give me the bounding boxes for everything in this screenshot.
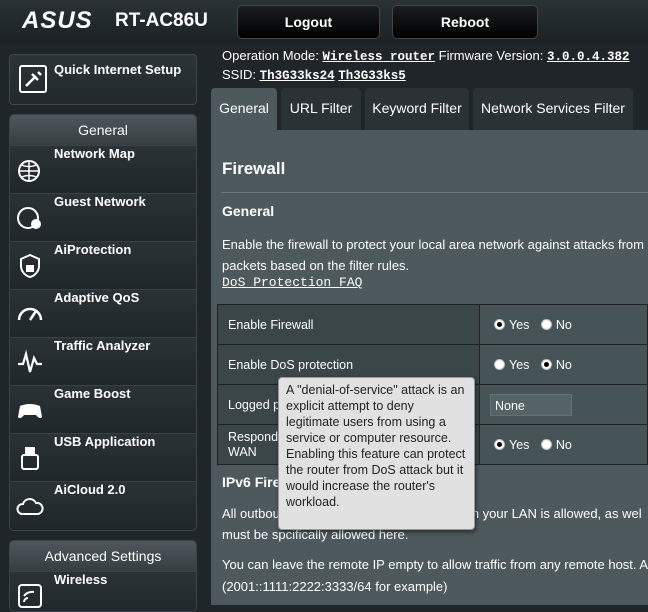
content-panel: Firewall General Enable the firewall to … [211, 130, 648, 605]
tooltip-text: Enabling this feature can protect the ro… [286, 447, 466, 509]
sidebar-item-label: Game Boost [54, 386, 131, 401]
firmware-label: Firmware Version: [438, 48, 544, 63]
desc-line: (2001::1111:2222:3333/64 for example) [222, 579, 448, 594]
text-fragment: n your LAN is allowed, as wel [471, 506, 642, 521]
enable-firewall-no-radio[interactable] [540, 318, 552, 330]
cloud-icon [16, 498, 44, 515]
tooltip-text: A "denial-of-service" attack is an expli… [286, 383, 465, 445]
general-heading: General [222, 203, 275, 219]
router-model: RT-AC86U [115, 10, 208, 31]
logged-packets-select[interactable]: None [490, 393, 572, 416]
respond-ping-yes-radio[interactable] [494, 438, 505, 450]
sidebar-item-label: Traffic Analyzer [54, 338, 151, 353]
text-fragment: must be sp [222, 527, 286, 542]
sidebar-item-label: AiProtection [54, 242, 132, 257]
asus-logo: ASUS [22, 7, 93, 34]
enable-dos-no-radio[interactable] [540, 358, 552, 370]
ipv6-firewall-heading: IPv6 Fire [222, 474, 281, 490]
guest-network-icon [17, 207, 41, 229]
reboot-button[interactable]: Reboot [392, 5, 538, 39]
operation-mode-label: Operation Mode: [222, 48, 319, 63]
sidebar-item-label: Guest Network [54, 194, 146, 209]
sidebar-item-wireless[interactable]: Wireless [10, 571, 196, 611]
quick-setup-label: Quick Internet Setup [54, 62, 182, 77]
advanced-menu-header: Advanced Settings [10, 541, 196, 571]
logged-packets-control: None [479, 384, 648, 425]
ssid-link-5[interactable]: Th3G33ks5 [338, 69, 406, 83]
tab-network-services-filter[interactable]: Network Services Filter [473, 88, 633, 130]
sidebar-item-traffic-analyzer[interactable]: Traffic Analyzer [10, 337, 196, 385]
radio-label: No [555, 317, 572, 332]
remote-ip-description: You can leave the remote IP empty to all… [222, 554, 648, 598]
radio-label: Yes [509, 317, 530, 332]
sidebar-item-label: AiCloud 2.0 [54, 482, 126, 497]
radio-label: Yes [509, 437, 530, 452]
general-menu: General Network Map Guest Network AiProt… [9, 114, 197, 531]
enable-firewall-yes-radio[interactable] [494, 318, 505, 330]
respond-ping-no-radio[interactable] [540, 438, 552, 450]
dos-help-tooltip: A "denial-of-service" attack is an expli… [278, 377, 475, 530]
sidebar-item-label: USB Application [54, 434, 156, 449]
radio-label: No [555, 437, 572, 452]
aiprotection-icon [20, 253, 40, 279]
enable-firewall-label: Enable Firewall [217, 304, 480, 345]
divider [221, 192, 648, 193]
gamepad-icon [18, 404, 42, 419]
sidebar-item-usb-application[interactable]: USB Application [10, 433, 196, 481]
logout-button[interactable]: Logout [237, 5, 380, 39]
ssid-label: SSID: [222, 67, 256, 82]
sidebar-item-network-map[interactable]: Network Map [10, 145, 196, 193]
operation-mode-link[interactable]: Wireless router [322, 50, 435, 64]
sidebar-item-game-boost[interactable]: Game Boost [10, 385, 196, 433]
firewall-description: Enable the firewall to protect your loca… [222, 234, 648, 276]
desc-line: You can leave the remote IP empty to all… [222, 557, 648, 572]
quick-internet-setup-button[interactable]: Quick Internet Setup [9, 54, 197, 105]
sidebar-item-aicloud[interactable]: AiCloud 2.0 [10, 481, 196, 529]
sidebar-item-aiprotection[interactable]: AiProtection [10, 241, 196, 289]
general-menu-header: General [10, 115, 196, 145]
dos-faq-link[interactable]: DoS Protection FAQ [222, 275, 362, 290]
tab-url-filter[interactable]: URL Filter [281, 88, 361, 130]
sidebar-item-guest-network[interactable]: Guest Network [10, 193, 196, 241]
usb-icon [21, 447, 39, 470]
tab-general[interactable]: General [211, 88, 277, 130]
desc-line: packets based on the filter rules. [222, 258, 410, 273]
sidebar-item-label: Wireless [54, 572, 108, 587]
enable-dos-control: Yes No [479, 344, 648, 385]
page-title: Firewall [222, 159, 286, 178]
radio-label: No [555, 357, 572, 372]
sidebar-item-label: Adaptive QoS [54, 290, 140, 305]
advanced-menu: Advanced Settings Wireless [9, 540, 197, 612]
firmware-link[interactable]: 3.0.0.4.382 [547, 50, 630, 64]
tab-keyword-filter[interactable]: Keyword Filter [365, 88, 469, 130]
enable-firewall-control: Yes No [479, 304, 648, 345]
status-info: Operation Mode: Wireless router Firmware… [222, 46, 648, 84]
table-row: Enable Firewall Yes No [217, 304, 648, 345]
enable-dos-yes-radio[interactable] [494, 358, 505, 370]
select-value: None [495, 398, 525, 413]
sidebar-item-label: Network Map [54, 146, 135, 161]
ssid-link-24[interactable]: Th3G33ks24 [260, 69, 335, 83]
wireless-icon [18, 584, 42, 608]
quick-setup-icon [19, 65, 47, 93]
sidebar-item-adaptive-qos[interactable]: Adaptive QoS [10, 289, 196, 337]
text-fragment: All outbou [222, 506, 280, 521]
radio-label: Yes [509, 357, 530, 372]
qos-icon [17, 307, 43, 321]
top-header: ASUS RT-AC86U Logout Reboot [0, 0, 648, 44]
respond-ping-control: Yes No [479, 424, 648, 465]
network-map-icon [18, 160, 40, 182]
traffic-analyzer-icon [18, 349, 42, 373]
desc-line: Enable the firewall to protect your loca… [222, 237, 644, 252]
